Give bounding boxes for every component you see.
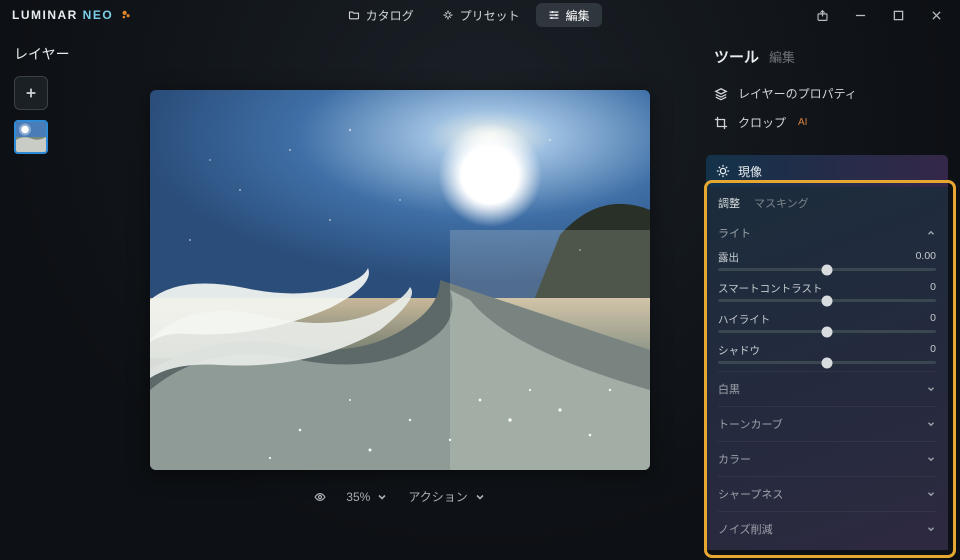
sliders-icon bbox=[548, 9, 560, 21]
section-noise[interactable]: ノイズ削減 bbox=[718, 511, 936, 546]
logo-spark-icon bbox=[119, 8, 133, 22]
eye-toggle[interactable] bbox=[314, 491, 326, 503]
layers-title: レイヤー bbox=[14, 44, 86, 64]
section-color[interactable]: カラー bbox=[718, 441, 936, 476]
slider-contrast-thumb[interactable] bbox=[822, 295, 833, 306]
action-menu[interactable]: アクション bbox=[408, 488, 485, 505]
section-light[interactable]: ライト bbox=[718, 219, 936, 247]
chevron-down-icon bbox=[926, 524, 936, 534]
chevron-up-icon bbox=[926, 228, 936, 238]
crop-icon bbox=[714, 116, 728, 130]
develop-panel-header[interactable]: 現像 bbox=[706, 155, 948, 187]
chevron-down-icon bbox=[926, 419, 936, 429]
maximize-button[interactable] bbox=[880, 1, 916, 29]
slider-highlight-track[interactable] bbox=[718, 330, 936, 333]
subtab-adjust[interactable]: 調整 bbox=[718, 195, 740, 211]
layers-icon bbox=[714, 87, 728, 101]
slider-highlight: ハイライト0 bbox=[718, 309, 936, 340]
close-button[interactable] bbox=[918, 1, 954, 29]
tab-edit[interactable]: 編集 bbox=[769, 47, 795, 66]
folder-icon bbox=[348, 9, 360, 21]
right-panel-tabs: ツール 編集 bbox=[714, 46, 944, 67]
ai-badge: AI bbox=[798, 117, 807, 128]
nav-edit[interactable]: 編集 bbox=[536, 3, 602, 27]
slider-exposure-thumb[interactable] bbox=[822, 264, 833, 275]
slider-shadow-thumb[interactable] bbox=[822, 357, 833, 368]
nav-catalog[interactable]: カタログ bbox=[336, 3, 426, 27]
section-bw[interactable]: 白黒 bbox=[718, 371, 936, 406]
chevron-down-icon bbox=[926, 454, 936, 464]
subtab-masking[interactable]: マスキング bbox=[754, 195, 809, 211]
share-button[interactable] bbox=[804, 1, 840, 29]
minimize-button[interactable] bbox=[842, 1, 878, 29]
zoom-display[interactable]: 35% bbox=[346, 490, 388, 504]
layer-thumbnail[interactable] bbox=[14, 120, 48, 154]
tool-layer-properties[interactable]: レイヤーのプロパティ bbox=[706, 79, 948, 108]
slider-contrast: スマートコントラスト0 bbox=[718, 278, 936, 309]
tool-crop[interactable]: クロップ AI bbox=[706, 108, 948, 137]
chevron-down-icon bbox=[926, 489, 936, 499]
slider-exposure-track[interactable] bbox=[718, 268, 936, 271]
sparkle-icon bbox=[442, 9, 454, 21]
slider-highlight-thumb[interactable] bbox=[822, 326, 833, 337]
slider-exposure: 露出0.00 bbox=[718, 247, 936, 278]
layers-panel: レイヤー bbox=[0, 30, 100, 560]
add-layer-button[interactable] bbox=[14, 76, 48, 110]
chevron-down-icon bbox=[926, 384, 936, 394]
tab-tools[interactable]: ツール bbox=[714, 46, 759, 67]
section-tone-curve[interactable]: トーンカーブ bbox=[718, 406, 936, 441]
app-logo: LUMINAR NEO bbox=[12, 8, 133, 22]
slider-contrast-track[interactable] bbox=[718, 299, 936, 302]
sun-icon bbox=[716, 164, 730, 178]
section-sharpness[interactable]: シャープネス bbox=[718, 476, 936, 511]
image-canvas[interactable] bbox=[150, 90, 650, 470]
slider-shadow-track[interactable] bbox=[718, 361, 936, 364]
slider-shadow: シャドウ0 bbox=[718, 340, 936, 371]
nav-presets[interactable]: プリセット bbox=[430, 3, 532, 27]
